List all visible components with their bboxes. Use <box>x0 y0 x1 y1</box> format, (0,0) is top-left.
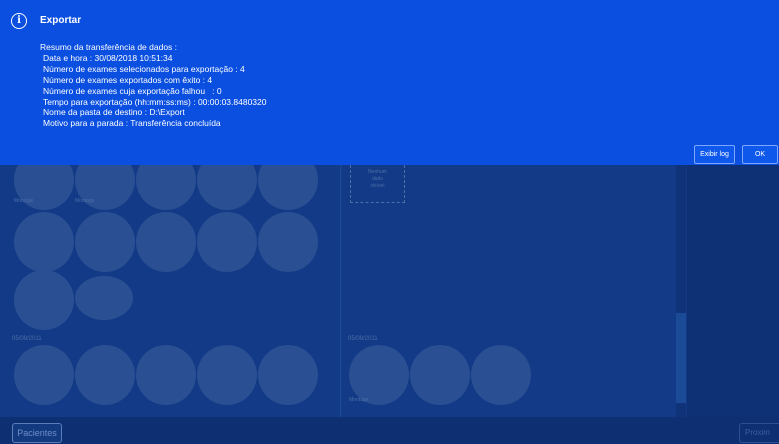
dialog-message: Resumo da transferência de dados : Data … <box>40 42 266 129</box>
exam-thumbnail[interactable] <box>14 345 74 405</box>
exam-date: 05/09/2011 <box>348 336 378 342</box>
exam-thumbnail[interactable] <box>75 345 135 405</box>
thumbnail-label: Montage <box>14 198 34 204</box>
info-icon: i <box>11 13 27 29</box>
placeholder-line: dado <box>371 176 384 182</box>
summary-line: Número de exames selecionados para expor… <box>43 63 245 74</box>
summary-line: Nome da pasta de destino : D:\Export <box>43 107 185 118</box>
show-log-button[interactable]: Exibir log <box>694 145 735 164</box>
exam-thumbnail[interactable] <box>258 345 318 405</box>
exam-date: 05/09/2011 <box>12 336 42 342</box>
export-dialog: i Exportar Resumo da transferência de da… <box>0 0 779 165</box>
dialog-title: Exportar <box>40 15 82 26</box>
exam-thumbnail[interactable] <box>349 345 409 405</box>
summary-heading: Resumo da transferência de dados : <box>40 42 178 52</box>
next-button[interactable]: Proxim <box>739 423 779 443</box>
exam-thumbnail[interactable] <box>136 345 196 405</box>
bottom-bar <box>0 417 779 444</box>
exam-thumbnail[interactable] <box>197 345 257 405</box>
exam-thumbnail[interactable] <box>75 276 133 320</box>
placeholder-line: Nenhum <box>368 169 387 175</box>
exam-thumbnail[interactable] <box>471 345 531 405</box>
exam-thumbnail[interactable] <box>75 212 135 272</box>
exam-thumbnail[interactable] <box>14 270 74 330</box>
placeholder-line: visível <box>370 183 385 189</box>
thumbnail-label: Montage <box>349 397 369 403</box>
empty-placeholder-box: Nenhum dado visível <box>350 165 405 203</box>
summary-line: Data e hora : 30/08/2018 10:51:34 <box>43 52 173 63</box>
exam-thumbnail[interactable] <box>197 212 257 272</box>
summary-line: Motivo para a parada : Transferência con… <box>43 118 221 129</box>
vertical-scrollbar[interactable] <box>676 165 686 417</box>
side-panel <box>687 165 779 417</box>
thumbnail-label: Montage <box>75 198 95 204</box>
exam-thumbnail[interactable] <box>258 212 318 272</box>
summary-line: Número de exames exportados com êxito : … <box>43 74 213 85</box>
summary-line: Número de exames cuja exportação falhou … <box>43 85 222 96</box>
summary-line: Tempo para exportação (hh:mm:ss:ms) : 00… <box>43 96 267 107</box>
patients-button[interactable]: Pacientes <box>12 423 62 443</box>
ok-button[interactable]: OK <box>742 145 778 164</box>
exam-thumbnail[interactable] <box>136 212 196 272</box>
scrollbar-thumb[interactable] <box>676 313 686 403</box>
exam-thumbnail[interactable] <box>410 345 470 405</box>
exam-thumbnail[interactable] <box>14 212 74 272</box>
